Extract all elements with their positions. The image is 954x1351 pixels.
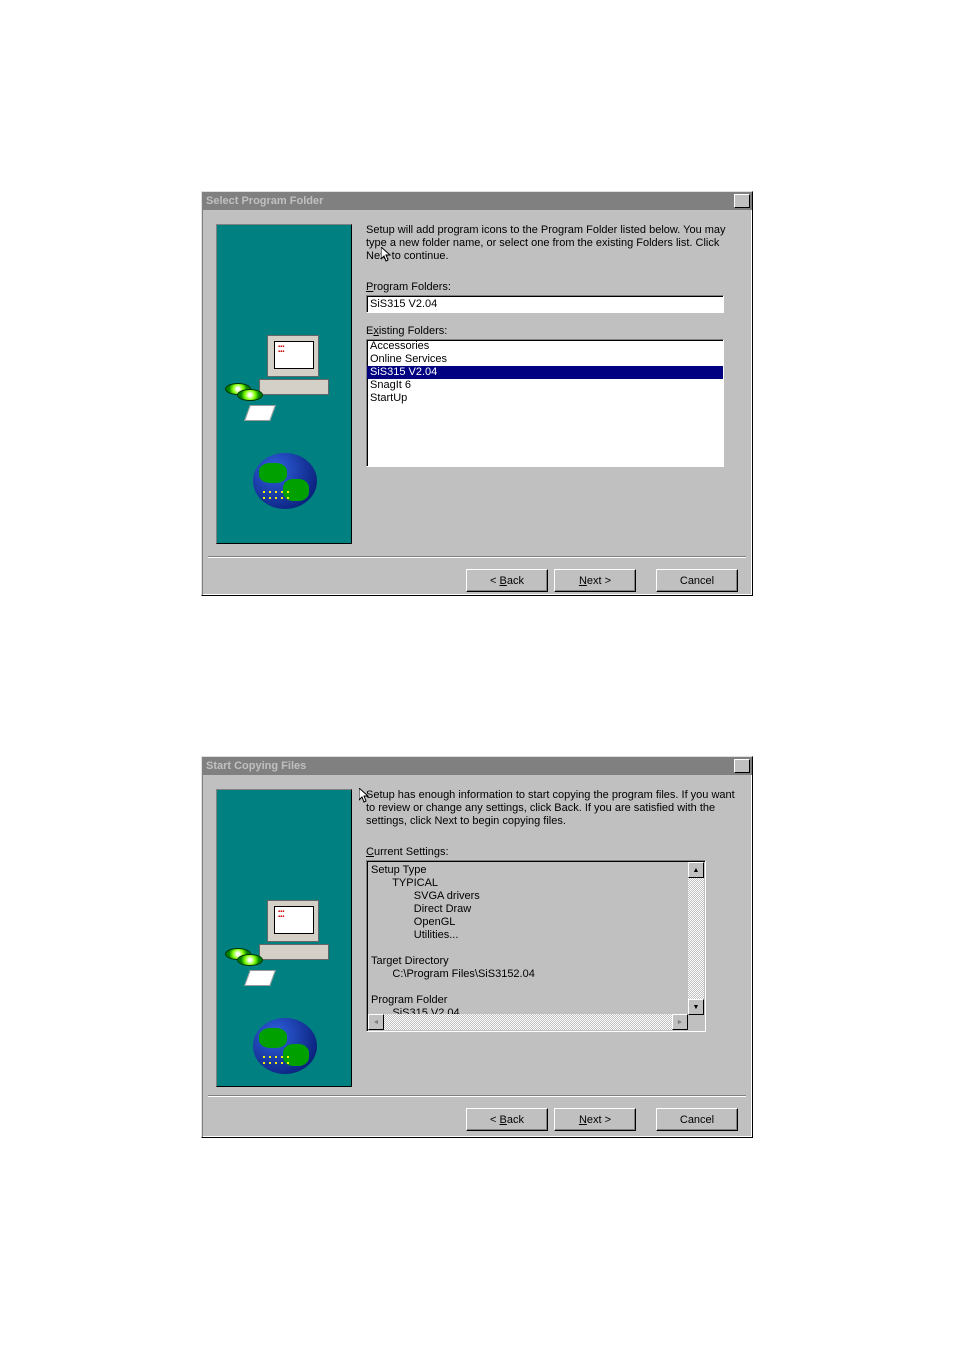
list-item[interactable]: StartUp [367,392,723,405]
next-button[interactable]: Next > [554,1108,636,1131]
list-item[interactable]: SiS315 V2.04 [367,366,723,379]
wizard-image: ▪▪▪▪▪▪ [216,789,352,1087]
cancel-button[interactable]: Cancel [656,569,738,592]
current-settings-label: Current Settings: [366,846,738,858]
back-button[interactable]: < Back [466,1108,548,1131]
start-copying-files-dialog: Start Copying Files ✕ ▪▪▪▪▪▪ Setup has e… [201,756,753,1138]
instruction-text: Setup will add program icons to the Prog… [366,224,738,263]
dialog-body: ▪▪▪▪▪▪ Setup has enough information to s… [202,775,752,1087]
scroll-left-button[interactable]: ◄ [368,1014,384,1030]
button-row: < Back Next > Cancel [208,556,746,604]
existing-folders-listbox[interactable]: Accessories Online Services SiS315 V2.04… [366,339,724,467]
vertical-scrollbar[interactable]: ▲ ▼ [688,862,704,1015]
wizard-image: ▪▪▪▪▪▪ [216,224,352,544]
scroll-right-button[interactable]: ► [672,1014,688,1030]
existing-folders-label: Existing Folders: [366,325,738,337]
titlebar: Select Program Folder ✕ [202,192,752,210]
select-program-folder-dialog: Select Program Folder ✕ ▪▪▪▪▪▪ Setup wil… [201,191,753,596]
dialog-body: ▪▪▪▪▪▪ Setup will add program icons to t… [202,210,752,544]
mouse-cursor-icon [359,788,371,804]
dialog-title: Select Program Folder [204,195,323,207]
content-area: Setup has enough information to start co… [352,789,738,1087]
program-folders-label: Program Folders: [366,281,738,293]
dialog-title: Start Copying Files [204,760,306,772]
globe-graphic [253,453,317,509]
list-item[interactable]: SnagIt 6 [367,379,723,392]
titlebar: Start Copying Files ✕ [202,757,752,775]
cancel-button[interactable]: Cancel [656,1108,738,1131]
scroll-down-button[interactable]: ▼ [688,999,704,1015]
scroll-up-button[interactable]: ▲ [688,862,704,878]
close-button[interactable]: ✕ [734,194,750,208]
back-button[interactable]: < Back [466,569,548,592]
program-folders-input[interactable] [366,295,724,313]
globe-graphic [253,1018,317,1074]
close-button[interactable]: ✕ [734,759,750,773]
instruction-text: Setup has enough information to start co… [366,789,738,828]
mouse-cursor-icon [381,247,393,263]
settings-text: Setup Type TYPICAL SVGA drivers Direct D… [367,861,705,1015]
list-item[interactable]: Online Services [367,353,723,366]
computer-graphic: ▪▪▪▪▪▪ [259,335,329,395]
current-settings-box: Setup Type TYPICAL SVGA drivers Direct D… [366,860,706,1032]
horizontal-scrollbar[interactable]: ◄ ► [368,1014,688,1030]
next-button[interactable]: Next > [554,569,636,592]
button-row: < Back Next > Cancel [208,1095,746,1143]
list-item[interactable]: Accessories [367,340,723,353]
content-area: Setup will add program icons to the Prog… [352,224,738,544]
computer-graphic: ▪▪▪▪▪▪ [259,900,329,960]
